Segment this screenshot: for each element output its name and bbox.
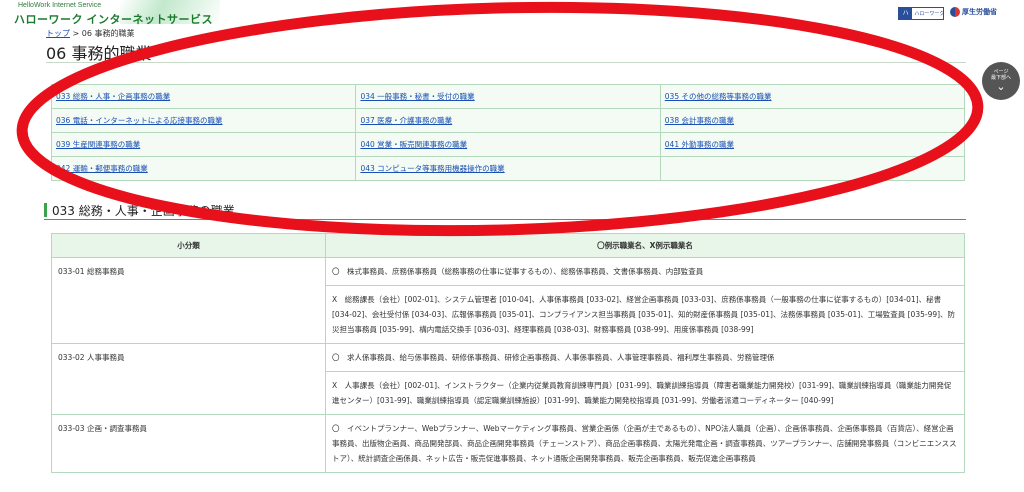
logo-subtitle: HelloWork Internet Service: [18, 2, 102, 9]
breadcrumb-separator: >: [70, 29, 82, 38]
table-header-row: 小分類 〇例示職業名、X例示職業名: [51, 233, 965, 258]
category-link[interactable]: 037 医療・介護事務の職業: [360, 116, 452, 125]
page-bottom-button[interactable]: ページ 最下部へ ⌄: [982, 62, 1020, 100]
table-row: 033-01 総務事務員〇 株式事務員、庶務係事務員（総務事務の仕事に従事するも…: [51, 257, 965, 344]
breadcrumb-current: 06 事務的職業: [81, 29, 135, 38]
badge-logo-icon: ハ: [899, 8, 913, 19]
category-link[interactable]: 034 一般事務・秘書・受付の職業: [360, 92, 474, 101]
category-link[interactable]: 038 会計事務の職業: [665, 116, 734, 125]
subcategory-cell: 033-03 企画・調査事務員: [51, 414, 326, 473]
category-row: 036 電話・インターネットによる応接事務の職業 037 医療・介護事務の職業 03…: [50, 108, 966, 133]
category-cell: 036 電話・インターネットによる応接事務の職業: [50, 108, 357, 133]
category-link[interactable]: 042 運輸・郵便事務の職業: [56, 164, 148, 173]
category-cell: 035 その他の総務等事務の職業: [659, 84, 966, 109]
category-cell: [659, 156, 966, 181]
category-grid: 033 総務・人事・企画事務の職業 034 一般事務・秘書・受付の職業 035 その…: [50, 84, 966, 181]
category-link[interactable]: 035 その他の総務等事務の職業: [665, 92, 772, 101]
table-row: 033-02 人事事務員〇 求人係事務員、給与係事務員、研修係事務員、研修企画事…: [51, 343, 965, 415]
excluded-occupations-cell: X 人事課長（会社）[002-01]、インストラクター（企業内従業員教育訓練専門…: [325, 371, 965, 415]
table-row: 033-03 企画・調査事務員〇 イベントプランナー、Webプランナー、Webマ…: [51, 414, 965, 473]
site-logo[interactable]: ハローワーク インターネットサービス: [14, 11, 213, 27]
category-link[interactable]: 033 総務・人事・企画事務の職業: [56, 92, 170, 101]
example-occupations-cell: 〇 イベントプランナー、Webプランナー、Webマーケティング事務員、営業企画係…: [325, 414, 965, 473]
occupation-table: 小分類 〇例示職業名、X例示職業名 033-01 総務事務員〇 株式事務員、庶務…: [51, 233, 965, 473]
category-cell: 039 生産関連事務の職業: [50, 132, 357, 157]
category-link[interactable]: 036 電話・インターネットによる応接事務の職業: [56, 116, 222, 125]
column-header-subcategory: 小分類: [51, 233, 326, 258]
category-cell: 034 一般事務・秘書・受付の職業: [355, 84, 661, 109]
hellowork-badge[interactable]: ハ ハローワーク: [898, 7, 944, 20]
breadcrumb-home-link[interactable]: トップ: [46, 29, 70, 38]
category-row: 042 運輸・郵便事務の職業 043 コンピュータ等事務用機器操作の職業: [50, 156, 966, 181]
section-divider: [44, 219, 966, 220]
example-occupations-cell: 〇 求人係事務員、給与係事務員、研修係事務員、研修企画事務員、人事係事務員、人事…: [325, 343, 965, 372]
title-divider: [46, 62, 966, 63]
breadcrumb: トップ > 06 事務的職業: [46, 28, 135, 39]
category-cell: 033 総務・人事・企画事務の職業: [50, 84, 357, 109]
category-row: 039 生産関連事務の職業 040 営業・販売関連事務の職業 041 外勤事務の職業: [50, 132, 966, 157]
category-link[interactable]: 043 コンピュータ等事務用機器操作の職業: [360, 164, 504, 173]
category-link[interactable]: 039 生産関連事務の職業: [56, 140, 140, 149]
chevron-down-icon: ⌄: [996, 80, 1006, 93]
category-cell: 041 外勤事務の職業: [659, 132, 966, 157]
category-cell: 038 会計事務の職業: [659, 108, 966, 133]
column-header-examples: 〇例示職業名、X例示職業名: [325, 233, 965, 258]
category-cell: 040 営業・販売関連事務の職業: [355, 132, 661, 157]
section-marker: [44, 203, 47, 217]
section-heading: 033 総務・人事・企画事務の職業: [44, 200, 966, 220]
subcategory-cell: 033-01 総務事務員: [51, 257, 326, 344]
example-occupations-cell: 〇 株式事務員、庶務係事務員（総務事務の仕事に従事するもの）、総務係事務員、文書…: [325, 257, 965, 286]
category-cell: 042 運輸・郵便事務の職業: [50, 156, 357, 181]
ministry-logo[interactable]: 厚生労働省: [950, 7, 997, 17]
category-cell: 043 コンピュータ等事務用機器操作の職業: [355, 156, 661, 181]
ministry-label: 厚生労働省: [962, 8, 997, 16]
subcategory-cell: 033-02 人事事務員: [51, 343, 326, 415]
section-title: 033 総務・人事・企画事務の職業: [52, 204, 235, 218]
category-row: 033 総務・人事・企画事務の職業 034 一般事務・秘書・受付の職業 035 その…: [50, 84, 966, 109]
badge-label: ハローワーク: [914, 11, 943, 17]
ministry-emblem-icon: [950, 7, 960, 17]
site-header: HelloWork Internet Service ハローワーク インターネッ…: [0, 0, 1024, 28]
category-link[interactable]: 041 外勤事務の職業: [665, 140, 734, 149]
page-title: 06 事務的職業: [46, 44, 152, 63]
category-link[interactable]: 040 営業・販売関連事務の職業: [360, 140, 467, 149]
category-cell: 037 医療・介護事務の職業: [355, 108, 661, 133]
excluded-occupations-cell: X 総務課長（会社）[002-01]、システム管理者 [010-04]、人事係事…: [325, 285, 965, 344]
